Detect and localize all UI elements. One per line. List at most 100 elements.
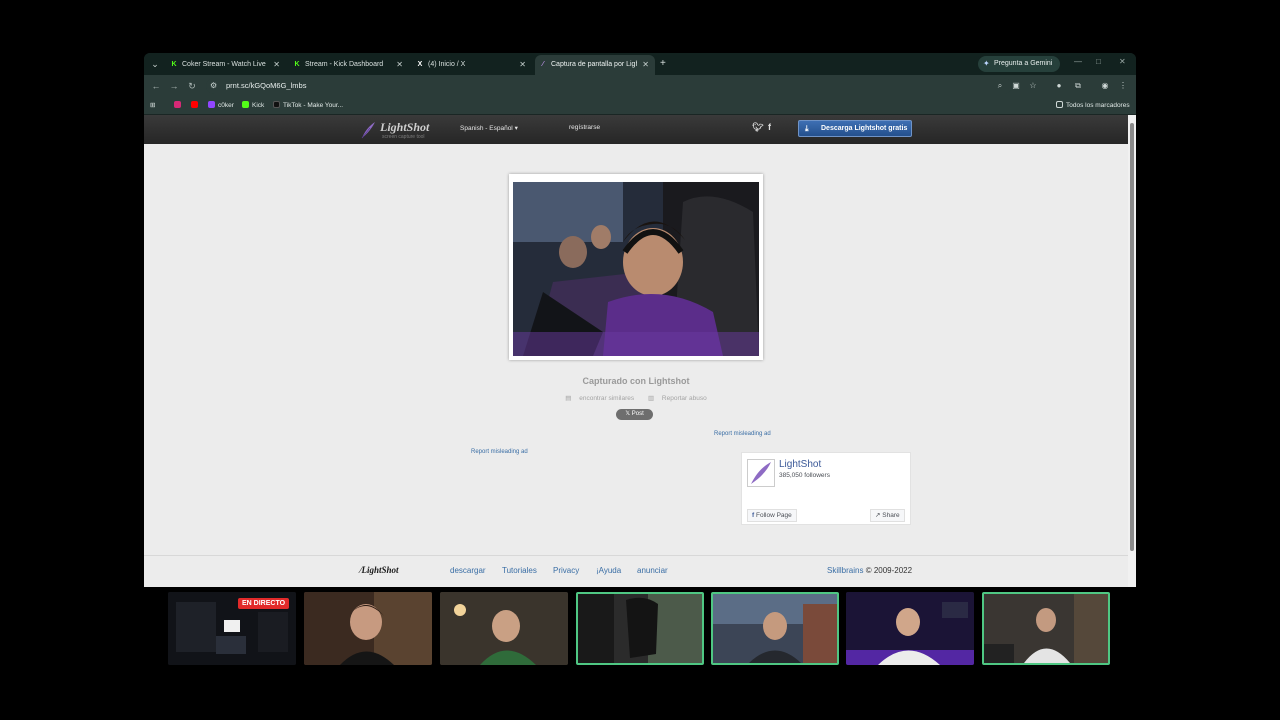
skillbrains-link[interactable]: Skillbrains — [827, 566, 863, 575]
lightshot-icon: ⁄ — [542, 61, 544, 68]
twitch-icon — [208, 101, 215, 108]
maximize-icon[interactable]: □ — [1096, 57, 1101, 66]
esports-player-photo — [513, 182, 759, 356]
camera-feed — [304, 592, 432, 665]
forward-icon[interactable]: → — [167, 79, 181, 93]
site-info-icon[interactable]: ⚙ — [210, 78, 217, 94]
url-text[interactable]: prnt.sc/kGQoM6G_lmbs — [226, 78, 306, 94]
cast-icon[interactable]: ▣ — [1009, 79, 1023, 93]
lightshot-footer: ⁄LightShot descargar Tutoriales Privacy … — [144, 555, 1128, 587]
menu-icon[interactable]: ⋮ — [1116, 79, 1130, 93]
flag-icon: ▥ — [647, 395, 655, 402]
footer-link-advertise[interactable]: anunciar — [637, 566, 668, 575]
tab-kick-dashboard[interactable]: K Stream - Kick Dashboard ✕ — [289, 55, 409, 75]
find-similar-link[interactable]: ▤ encontrar similares — [562, 395, 637, 402]
streamer-cam — [440, 592, 568, 665]
footer-link-privacy[interactable]: Privacy — [553, 566, 579, 575]
close-icon[interactable]: ✕ — [273, 55, 280, 75]
stream-cameras: EN DIRECTO — [168, 591, 1112, 667]
kick-icon — [242, 101, 249, 108]
tab-strip: ⌄ K Coker Stream - Watch Live on Kick ✕ … — [144, 53, 1136, 75]
logo-name: LightShot — [380, 120, 430, 134]
report-ad-link[interactable]: Report misleading ad — [714, 431, 771, 437]
report-abuse-link[interactable]: ▥ Reportar abuso — [645, 395, 710, 402]
minimize-icon[interactable]: — — [1074, 57, 1082, 66]
fb-followers: 385,050 followers — [779, 472, 830, 479]
footer-link-tutorials[interactable]: Tutoriales — [502, 566, 537, 575]
close-window-icon[interactable]: ✕ — [1119, 57, 1126, 66]
facebook-icon[interactable]: f — [768, 122, 771, 132]
fb-share-button[interactable]: ↗ Share — [870, 509, 905, 522]
bookmark-kick[interactable]: Kick — [242, 97, 264, 115]
screenshot-image[interactable] — [513, 182, 759, 356]
page-viewport: LightShot screen capture tool Spanish - … — [144, 115, 1128, 587]
bookmark-youtube[interactable] — [191, 97, 201, 115]
page-scrollbar[interactable] — [1128, 115, 1136, 587]
close-icon[interactable]: ✕ — [642, 55, 649, 75]
close-icon[interactable]: ✕ — [396, 55, 403, 75]
tab-coker-stream[interactable]: K Coker Stream - Watch Live on Kick ✕ — [166, 55, 286, 75]
extension-icon[interactable]: ● — [1052, 79, 1066, 93]
capture-caption: Capturado con Lightshot — [582, 376, 690, 386]
footer-link-download[interactable]: descargar — [450, 566, 486, 575]
gemini-label: Pregunta a Gemini — [994, 60, 1053, 67]
report-ad-link[interactable]: Report misleading ad — [471, 449, 528, 455]
streamer-cam — [846, 592, 974, 665]
streamer-cam — [304, 592, 432, 665]
share-icon: ↗ — [875, 512, 881, 519]
tab-x-inicio[interactable]: X (4) Inicio / X ✕ — [412, 55, 532, 75]
download-icon: ⤓ — [805, 124, 809, 133]
tab-lightshot[interactable]: ⁄ Captura de pantalla por Lightshot ✕ — [535, 55, 655, 75]
feather-icon — [361, 122, 375, 139]
puzzle-icon[interactable]: ⧉ — [1071, 79, 1085, 93]
lightshot-header: LightShot screen capture tool Spanish - … — [144, 115, 1128, 144]
bookmarks-bar: ⊞ c0ker Kick TikTok - Make Your... Todos… — [144, 97, 1136, 115]
reload-icon[interactable]: ↻ — [185, 79, 199, 93]
streamer-cam — [984, 594, 1108, 663]
lightshot-page-avatar[interactable] — [747, 459, 775, 487]
fb-page-name[interactable]: LightShot — [779, 459, 821, 470]
logo-tagline: screen capture tool — [382, 134, 425, 140]
apps-icon[interactable]: ⊞ — [150, 97, 155, 115]
feather-icon — [751, 462, 771, 484]
profile-avatar[interactable]: ◉ — [1098, 79, 1112, 93]
bookmark-instagram[interactable] — [174, 97, 184, 115]
download-button[interactable]: ⤓ Descarga Lightshot gratis — [798, 120, 912, 137]
live-badge: EN DIRECTO — [238, 598, 290, 609]
gaming-chair-cam — [578, 594, 702, 663]
facebook-page-widget: LightShot 385,050 followers f Follow Pag… — [741, 452, 911, 525]
address-bar[interactable]: ⚙ prnt.sc/kGQoM6G_lmbs — [206, 78, 1012, 94]
folder-icon — [1056, 101, 1063, 108]
download-label: Descarga Lightshot gratis — [821, 125, 908, 132]
star-icon[interactable]: ☆ — [1026, 79, 1040, 93]
new-tab-button[interactable]: + — [660, 57, 666, 71]
zoom-icon[interactable]: ⌕ — [993, 79, 1007, 93]
twitter-icon[interactable]: 🐦︎ — [752, 122, 763, 133]
x-post-button[interactable]: 𝕏 Post — [616, 409, 653, 420]
browser-window: ⌄ K Coker Stream - Watch Live on Kick ✕ … — [144, 53, 1136, 587]
camera-feed — [846, 592, 974, 665]
close-icon[interactable]: ✕ — [519, 55, 526, 75]
bookmark-tiktok[interactable]: TikTok - Make Your... — [273, 97, 343, 115]
register-link[interactable]: regístrarse — [569, 124, 600, 131]
footer-link-help[interactable]: ¡Ayuda — [596, 566, 621, 575]
fb-follow-button[interactable]: f Follow Page — [747, 509, 797, 522]
camera-feed — [711, 592, 839, 665]
gemini-icon: ✦ — [983, 59, 990, 68]
tab-title: Coker Stream - Watch Live on Kick — [182, 61, 268, 68]
gemini-button[interactable]: ✦ Pregunta a Gemini — [978, 56, 1061, 72]
tab-title: Stream - Kick Dashboard — [305, 61, 384, 68]
lightshot-logo[interactable]: LightShot screen capture tool — [360, 119, 436, 141]
scrollbar-thumb[interactable] — [1130, 123, 1134, 551]
youtube-icon — [191, 101, 198, 108]
footer-logo[interactable]: ⁄LightShot — [360, 565, 399, 575]
chevron-down-icon: ▾ — [514, 125, 518, 132]
all-bookmarks[interactable]: Todos los marcadores — [1056, 97, 1130, 115]
language-select[interactable]: Spanish - Español ▾ — [460, 124, 518, 132]
back-icon[interactable]: ← — [149, 79, 163, 93]
tiktok-icon — [273, 101, 280, 108]
bookmark-c0ker[interactable]: c0ker — [208, 97, 234, 115]
facebook-icon: f — [752, 512, 755, 519]
camera-feed — [440, 592, 568, 665]
tab-search-icon[interactable]: ⌄ — [148, 57, 162, 71]
